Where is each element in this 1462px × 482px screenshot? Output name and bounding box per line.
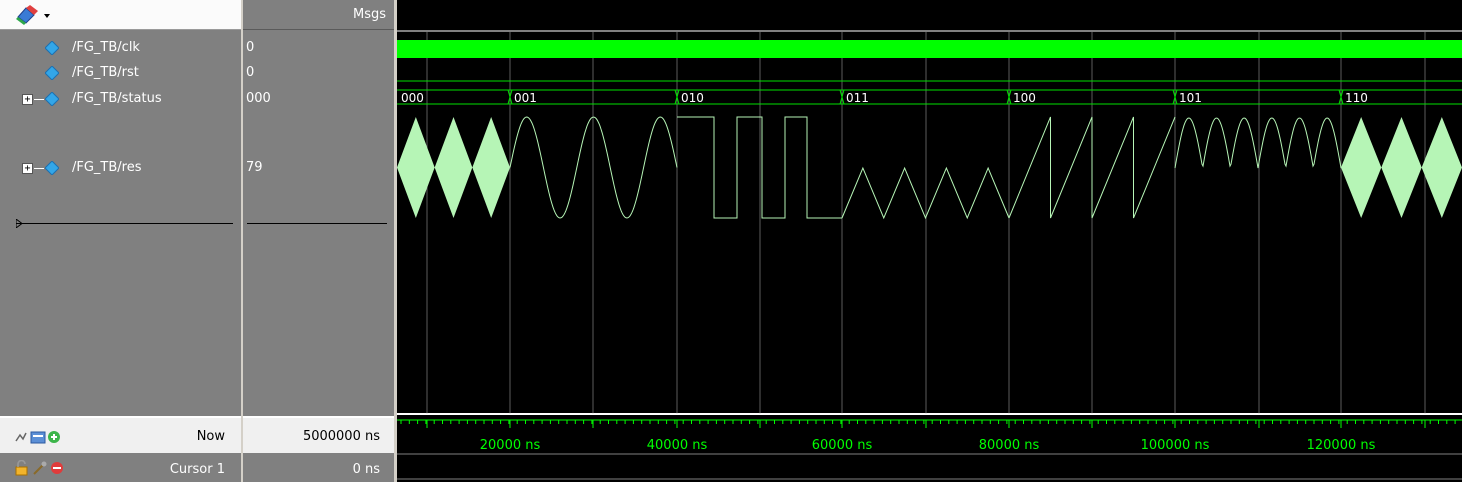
cursor-lock-icon[interactable]: [14, 459, 74, 476]
signal-name: /FG_TB/rst: [72, 65, 139, 80]
ruler-tick-label: 120000 ns: [1307, 438, 1376, 453]
signal-row-rst[interactable]: /FG_TB/rst: [0, 63, 241, 85]
values-pane: Msgs 0 0 000 79: [243, 0, 394, 482]
ruler-tick-label: 80000 ns: [979, 438, 1040, 453]
status-segment-label: 110: [1345, 91, 1368, 105]
res-waveform-triangle: [841, 166, 1010, 220]
signal-diamond-icon: [44, 65, 60, 81]
signal-row-status[interactable]: + /FG_TB/status: [0, 89, 241, 111]
res-waveform-sine: [509, 116, 678, 219]
now-value: 5000000 ns: [302, 429, 380, 444]
cursor-value: 0 ns: [352, 462, 380, 477]
status-segment-label: 010: [681, 91, 704, 105]
now-row: Now: [0, 420, 241, 451]
expand-plus-icon[interactable]: +: [22, 94, 33, 105]
add-cursor-icon[interactable]: [14, 429, 70, 445]
signal-diamond-icon: [44, 91, 60, 107]
signal-name: /FG_TB/res: [72, 160, 142, 175]
signal-value: 0: [246, 40, 255, 55]
name-pane-header: [0, 0, 241, 30]
tree-connector: [34, 168, 44, 169]
res-waveform-dense: [1341, 117, 1462, 218]
insertion-arrow-icon: [16, 219, 23, 228]
cursor-label: Cursor 1: [169, 462, 225, 477]
insertion-marker: [247, 223, 387, 224]
status-segment-label: 000: [401, 91, 424, 105]
signal-value: 000: [246, 91, 271, 106]
signal-name: /FG_TB/status: [72, 91, 162, 106]
footer-labels: Now Cursor 1: [0, 416, 241, 482]
status-segment-label: 101: [1179, 91, 1202, 105]
ruler-tick-label: 20000 ns: [480, 438, 541, 453]
waveform-canvas[interactable]: 000 001 010 011 100 101 110 20000 ns 40000 ns 60…: [397, 0, 1462, 482]
ruler-tick-label: 40000 ns: [647, 438, 708, 453]
msgs-header: Msgs: [243, 0, 394, 30]
status-segment-label: 001: [514, 91, 537, 105]
status-segment-label: 100: [1013, 91, 1036, 105]
signal-name: /FG_TB/clk: [72, 40, 140, 55]
wave-toolbar-icon[interactable]: [14, 5, 50, 25]
signal-diamond-icon: [44, 40, 60, 56]
waveform-pane[interactable]: 000 001 010 011 100 101 110 20000 ns 40000 ns 60…: [397, 0, 1462, 482]
signal-name-pane[interactable]: /FG_TB/clk /FG_TB/rst + /FG_TB/status + …: [0, 0, 241, 482]
res-waveform-rectified: [1174, 117, 1342, 169]
signal-row-clk[interactable]: /FG_TB/clk: [0, 38, 241, 60]
signal-row-res[interactable]: + /FG_TB/res: [0, 158, 241, 180]
expand-plus-icon[interactable]: +: [22, 163, 33, 174]
ruler-tick-label: 60000 ns: [812, 438, 873, 453]
footer-values: 5000000 ns 0 ns: [243, 416, 394, 482]
cursor-value-row: 0 ns: [243, 453, 394, 482]
res-waveform-square: [677, 116, 842, 219]
res-waveform-dense: [397, 117, 510, 218]
signal-value: 79: [246, 160, 263, 175]
ruler-tick-label: 100000 ns: [1141, 438, 1210, 453]
status-segment-label: 011: [846, 91, 869, 105]
clk-waveform: [397, 40, 1462, 58]
signal-value: 0: [246, 65, 255, 80]
res-waveform-sawtooth: [1008, 116, 1176, 219]
insertion-marker: [16, 223, 233, 224]
now-value-row: 5000000 ns: [243, 420, 394, 451]
signal-diamond-icon: [44, 160, 60, 176]
cursor-row[interactable]: Cursor 1: [0, 453, 241, 482]
now-label: Now: [196, 429, 225, 444]
tree-connector: [34, 99, 44, 100]
